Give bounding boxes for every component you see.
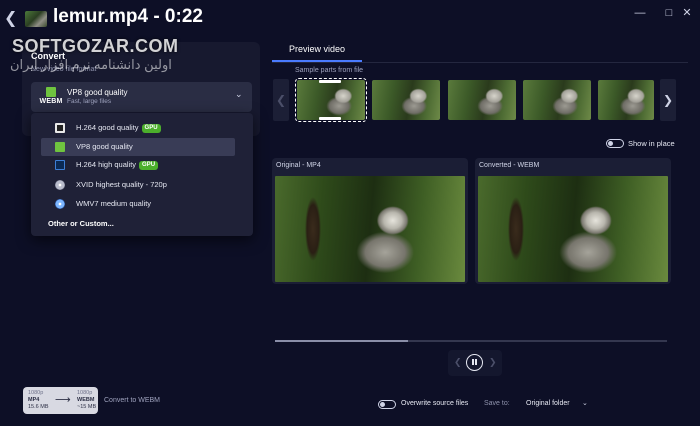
wmv-disc-icon: [55, 199, 65, 209]
converted-label: Converted - WEBM: [479, 162, 540, 169]
strip-next-chevron-icon[interactable]: ❯: [660, 79, 676, 121]
target-format: WEBM: [77, 397, 95, 403]
next-chevron-icon[interactable]: ❯: [489, 357, 497, 368]
dropdown-item-label: VP8 good quality: [76, 142, 133, 151]
target-size: ~15 MB: [77, 404, 97, 410]
chevron-down-icon[interactable]: ⌄: [235, 89, 243, 100]
dropdown-item-h264-good[interactable]: H.264 good quality GPU: [41, 119, 235, 137]
sample-thumbnail[interactable]: [372, 80, 440, 120]
gpu-badge: GPU: [139, 161, 159, 170]
overwrite-source-toggle[interactable]: [378, 400, 396, 409]
h264-icon: [55, 123, 65, 133]
save-to-label: Save to:: [484, 400, 510, 407]
watermark-subtext: اولین دانشنامه نرم افزار ایران: [10, 57, 172, 72]
show-in-place-label: Show in place: [628, 139, 675, 148]
sample-thumbnail[interactable]: [598, 80, 654, 120]
sample-parts-label: Sample parts from file: [295, 67, 364, 74]
dropdown-item-label: H.264 high quality: [76, 160, 137, 169]
strip-prev-chevron-icon[interactable]: ❮: [273, 79, 289, 121]
pause-button[interactable]: [466, 354, 483, 371]
trim-handle-top[interactable]: [319, 80, 341, 83]
h264-high-icon: [55, 160, 65, 170]
conversion-summary-card[interactable]: 1080p MP4 15.6 MB ⟶ 1080p WEBM ~15 MB: [23, 387, 98, 414]
dropdown-item-vp8-good[interactable]: VP8 good quality: [41, 138, 235, 156]
minimize-icon[interactable]: —: [629, 6, 651, 20]
other-or-custom-option[interactable]: Other or Custom...: [48, 219, 114, 228]
watermark-text: SOFTGOZAR.COM: [12, 36, 179, 56]
source-size: 15.6 MB: [28, 404, 49, 410]
converted-video-frame[interactable]: [478, 176, 668, 282]
sample-thumbnail[interactable]: [448, 80, 516, 120]
webm-format-icon: WEBM: [38, 86, 64, 108]
format-badge: WEBM: [39, 98, 63, 105]
toggle-knob: [380, 402, 385, 407]
dropdown-item-label: XVID highest quality - 720p: [76, 180, 167, 189]
dropdown-item-label: WMV7 medium quality: [76, 199, 152, 208]
convert-to-label: Convert to WEBM: [104, 397, 161, 404]
dropdown-item-wmv7[interactable]: WMV7 medium quality: [41, 195, 235, 213]
dropdown-item-label: H.264 good quality: [76, 123, 139, 132]
dropdown-item-h264-high[interactable]: H.264 high quality GPU: [41, 156, 235, 174]
save-to-select[interactable]: Original folder: [526, 400, 570, 407]
back-arrow-icon[interactable]: ❮: [4, 10, 18, 28]
format-select[interactable]: [31, 82, 252, 112]
dropdown-item-xvid[interactable]: XVID highest quality - 720p: [41, 176, 235, 194]
file-thumbnail: [25, 11, 47, 27]
window-title: lemur.mp4 - 0:22: [53, 6, 203, 27]
xvid-disc-icon: [55, 180, 65, 190]
tab-divider: [272, 62, 688, 63]
source-format: MP4: [28, 397, 40, 403]
arrow-right-icon: ⟶: [55, 394, 71, 406]
trim-handle-bottom[interactable]: [319, 117, 341, 120]
previous-chevron-icon[interactable]: ❮: [454, 357, 462, 368]
format-description: Fast, large files: [67, 98, 112, 105]
toggle-knob: [608, 141, 613, 146]
original-label: Original - MP4: [276, 162, 321, 169]
sample-thumbnail[interactable]: [523, 80, 591, 120]
source-resolution: 1080p: [28, 390, 44, 396]
chevron-down-icon[interactable]: ⌄: [582, 399, 588, 407]
overwrite-source-label: Overwrite source files: [401, 400, 469, 407]
original-video-frame[interactable]: [275, 176, 465, 282]
close-icon[interactable]: ✕: [676, 6, 698, 20]
vp8-icon: [55, 142, 65, 152]
show-in-place-toggle[interactable]: [606, 139, 624, 148]
sample-thumbnail[interactable]: [295, 78, 367, 122]
format-name: VP8 good quality: [67, 88, 128, 97]
timeline-progress: [275, 340, 409, 342]
gpu-badge: GPU: [141, 124, 161, 133]
target-resolution: 1080p: [77, 390, 93, 396]
